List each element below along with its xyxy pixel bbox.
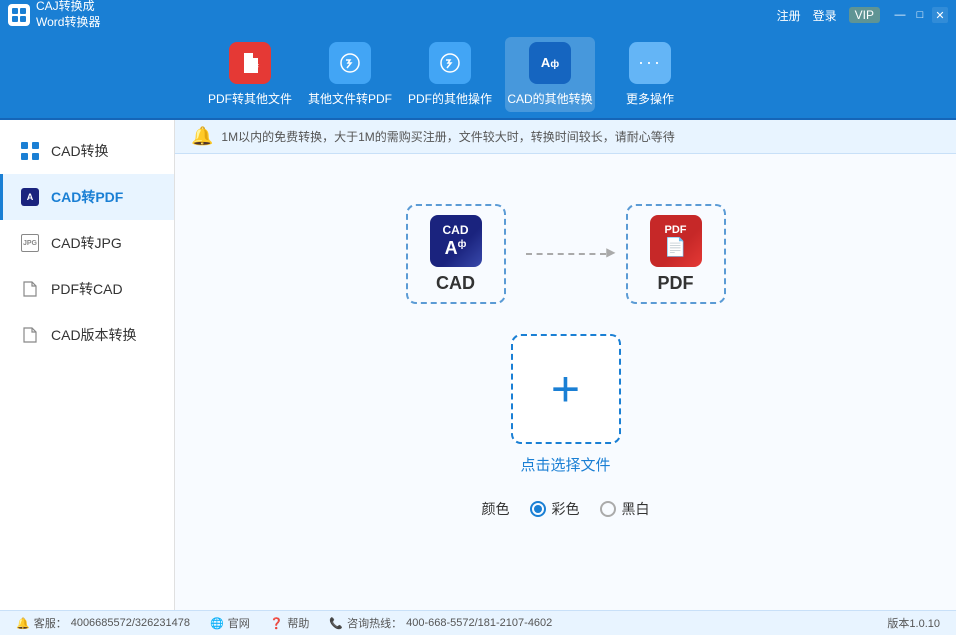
svg-text:PDF: PDF — [245, 64, 259, 71]
titlebar-actions: 注册 登录 VIP — □ ✕ — [777, 7, 948, 24]
maximize-btn[interactable]: □ — [912, 7, 928, 23]
hotline-label: 咨询热线： — [347, 615, 402, 631]
upload-box[interactable]: + — [511, 334, 621, 444]
website-icon: 🌐 — [210, 617, 224, 630]
notice-bar: 🔔 1M以内的免费转换，大于1M的需购买注册，文件较大时，转换时间较长，请耐心等… — [175, 120, 956, 154]
pdf-cad-icon — [19, 278, 41, 300]
color-option-bw[interactable]: 黑白 — [600, 499, 650, 519]
help-link[interactable]: ❓ 帮助 — [270, 615, 310, 631]
app-logo-area: CAJ转换成 Word转换器 — [8, 0, 100, 31]
bw-radio-circle[interactable] — [600, 501, 616, 517]
sidebar-item-cad-jpg[interactable]: JPG CAD转JPG — [0, 220, 174, 266]
source-format-box: CAD Aф CAD — [406, 204, 506, 304]
toolbar-more-ops-label: 更多操作 — [626, 90, 674, 107]
status-bar: 🔔 客服： 4006685572/326231478 🌐 官网 ❓ 帮助 📞 咨… — [0, 610, 956, 635]
sidebar: CAD转换 A CAD转PDF JPG CAD转JPG PDF转CAD CAD版… — [0, 120, 175, 610]
sidebar-cad-pdf-label: CAD转PDF — [51, 187, 123, 207]
toolbar-other-pdf-label: 其他文件转PDF — [308, 90, 392, 107]
register-btn[interactable]: 注册 — [777, 7, 801, 24]
hotline: 📞 咨询热线： 400-668-5572/181-2107-4602 — [329, 615, 552, 631]
pdf-other-icon: PDF — [229, 42, 271, 84]
cad-pdf-icon: A — [19, 186, 41, 208]
bw-option-label: 黑白 — [622, 499, 650, 519]
toolbar-pdf-ops-label: PDF的其他操作 — [408, 90, 492, 107]
cad-jpg-icon: JPG — [19, 232, 41, 254]
minimize-btn[interactable]: — — [892, 7, 908, 23]
sidebar-item-pdf-cad[interactable]: PDF转CAD — [0, 266, 174, 312]
version-label: 版本1.0.10 — [887, 615, 940, 631]
hotline-phone: 400-668-5572/181-2107-4602 — [406, 617, 552, 629]
toolbar-pdf-other[interactable]: PDF PDF转其他文件 — [205, 37, 295, 112]
upload-plus-icon: + — [551, 364, 580, 414]
source-label: CAD — [436, 273, 475, 294]
sidebar-pdf-cad-label: PDF转CAD — [51, 279, 123, 299]
sidebar-item-cad-pdf[interactable]: A CAD转PDF — [0, 174, 174, 220]
toolbar-cad-other[interactable]: Aф CAD的其他转换 — [505, 37, 595, 112]
sidebar-item-cad-version[interactable]: CAD版本转换 — [0, 312, 174, 358]
sidebar-cad-jpg-label: CAD转JPG — [51, 233, 122, 253]
customer-phone: 4006685572/326231478 — [71, 617, 190, 629]
vip-btn[interactable]: VIP — [849, 7, 880, 23]
sidebar-cad-version-label: CAD版本转换 — [51, 325, 137, 345]
toolbar: PDF PDF转其他文件 其他文件转PDF PDF的其他操作 Aф CAD的其他… — [0, 30, 956, 120]
app-logo-icon — [8, 4, 30, 26]
conversion-diagram: CAD Aф CAD PDF 📄 PDF — [406, 204, 726, 304]
right-panel: 🔔 1M以内的免费转换，大于1M的需购买注册，文件较大时，转换时间较长，请耐心等… — [175, 120, 956, 610]
main-layout: CAD转换 A CAD转PDF JPG CAD转JPG PDF转CAD CAD版… — [0, 120, 956, 610]
pdf-ops-icon — [429, 42, 471, 84]
color-option-label: 彩色 — [552, 499, 580, 519]
upload-label[interactable]: 点击选择文件 — [520, 454, 610, 475]
customer-service: 🔔 客服： 4006685572/326231478 — [16, 615, 190, 631]
target-label: PDF — [658, 273, 694, 294]
sidebar-item-cad-convert[interactable]: CAD转换 — [0, 128, 174, 174]
help-label: 帮助 — [287, 615, 309, 631]
cad-icon: CAD Aф — [430, 215, 482, 267]
login-btn[interactable]: 登录 — [813, 7, 837, 24]
color-options: 颜色 彩色 黑白 — [482, 499, 650, 519]
more-ops-icon: ··· — [629, 42, 671, 84]
toolbar-more-ops[interactable]: ··· 更多操作 — [605, 37, 695, 112]
app-title: CAJ转换成 Word转换器 — [36, 0, 100, 31]
color-label: 颜色 — [482, 499, 510, 519]
customer-label: 客服： — [34, 615, 67, 631]
website-link[interactable]: 🌐 官网 — [210, 615, 250, 631]
website-label: 官网 — [228, 615, 250, 631]
close-btn[interactable]: ✕ — [932, 7, 948, 23]
cad-version-icon — [19, 324, 41, 346]
content-area: CAD Aф CAD PDF 📄 PDF + — [175, 154, 956, 610]
cad-convert-icon — [19, 140, 41, 162]
hotline-icon: 📞 — [329, 617, 343, 630]
color-option-color[interactable]: 彩色 — [530, 499, 580, 519]
window-controls: — □ ✕ — [892, 7, 948, 23]
arrow-container — [526, 253, 606, 255]
other-pdf-icon — [329, 42, 371, 84]
cad-other-icon: Aф — [529, 42, 571, 84]
conversion-arrow — [526, 253, 606, 255]
notice-icon: 🔔 — [191, 126, 213, 147]
help-icon: ❓ — [270, 617, 284, 630]
toolbar-other-pdf[interactable]: 其他文件转PDF — [305, 37, 395, 112]
toolbar-pdf-other-label: PDF转其他文件 — [208, 90, 292, 107]
customer-icon: 🔔 — [16, 617, 30, 630]
toolbar-pdf-ops[interactable]: PDF的其他操作 — [405, 37, 495, 112]
target-format-box: PDF 📄 PDF — [626, 204, 726, 304]
toolbar-cad-other-label: CAD的其他转换 — [507, 90, 592, 107]
pdf-icon: PDF 📄 — [650, 215, 702, 267]
sidebar-cad-convert-label: CAD转换 — [51, 141, 109, 161]
titlebar: CAJ转换成 Word转换器 注册 登录 VIP — □ ✕ — [0, 0, 956, 30]
notice-text: 1M以内的免费转换，大于1M的需购买注册，文件较大时，转换时间较长，请耐心等待 — [221, 128, 674, 145]
color-radio-circle[interactable] — [530, 501, 546, 517]
